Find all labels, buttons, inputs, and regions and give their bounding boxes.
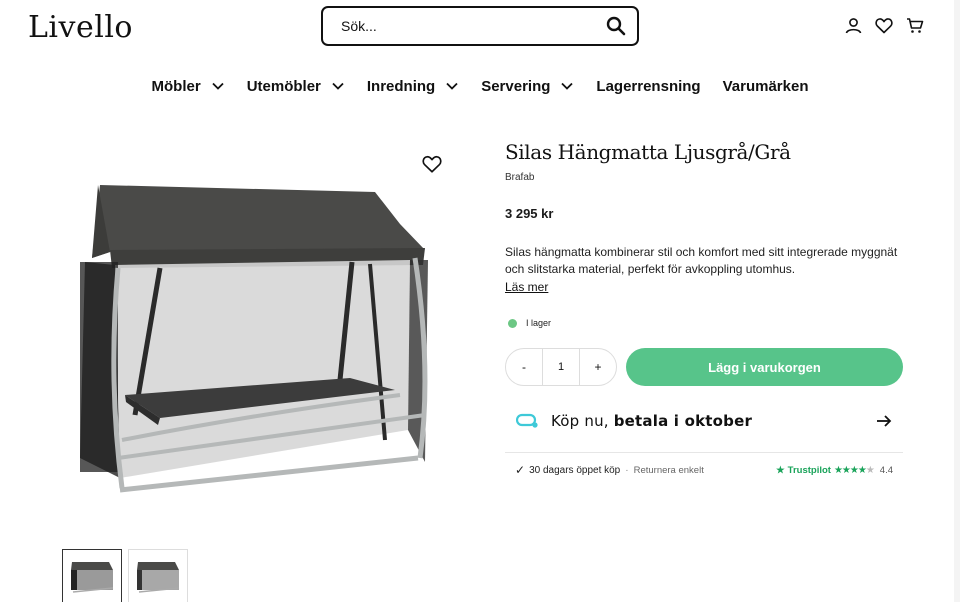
trustpilot-rating[interactable]: ★ Trustpilot ★★★★★ 4.4 bbox=[776, 465, 893, 476]
chevron-down-icon bbox=[211, 79, 225, 93]
klarna-text: Köp nu, betala i oktober bbox=[551, 412, 753, 430]
quantity-value[interactable]: 1 bbox=[542, 348, 580, 386]
main-navigation: Möbler Utemöbler Inredning Servering Lag… bbox=[0, 70, 960, 102]
product-title: Silas Hängmatta Ljusgrå/Grå bbox=[505, 140, 791, 164]
chevron-down-icon bbox=[445, 79, 459, 93]
thumbnail-1[interactable] bbox=[62, 549, 122, 602]
product-description: Silas hängmatta kombinerar stil och komf… bbox=[505, 245, 898, 276]
page-scrollbar[interactable] bbox=[954, 0, 960, 602]
separator-dot: · bbox=[625, 464, 629, 476]
klarna-logo-icon bbox=[515, 413, 540, 429]
divider bbox=[505, 452, 903, 453]
nav-item-servering[interactable]: Servering bbox=[470, 70, 585, 102]
trustpilot-star-icon: ★ bbox=[776, 464, 785, 476]
thumbnail-2[interactable] bbox=[128, 549, 188, 602]
stock-status: I lager bbox=[505, 318, 905, 328]
cart-icon[interactable] bbox=[906, 16, 924, 34]
site-header: Livello bbox=[0, 0, 960, 60]
check-icon: ✓ bbox=[515, 463, 526, 477]
site-logo[interactable]: Livello bbox=[28, 10, 133, 45]
rating-score: 4.4 bbox=[879, 464, 893, 476]
nav-item-lagerrensning[interactable]: Lagerrensning bbox=[585, 70, 711, 102]
quantity-decrease-button[interactable]: - bbox=[506, 360, 542, 374]
trustpilot-label: Trustpilot bbox=[787, 464, 831, 476]
search-box[interactable] bbox=[321, 6, 639, 46]
nav-item-utemobler[interactable]: Utemöbler bbox=[236, 70, 356, 102]
header-actions bbox=[844, 16, 924, 34]
stock-label: I lager bbox=[526, 318, 552, 328]
read-more-link[interactable]: Läs mer bbox=[505, 280, 548, 294]
nav-item-varumarken[interactable]: Varumärken bbox=[712, 70, 820, 102]
favorite-heart-icon[interactable] bbox=[422, 154, 442, 174]
product-info: Silas Hängmatta Ljusgrå/Grå Brafab 3 295… bbox=[505, 140, 905, 328]
returns-easy-label: Returnera enkelt bbox=[633, 464, 704, 476]
search-input[interactable] bbox=[341, 18, 605, 34]
product-main-image[interactable] bbox=[40, 140, 470, 540]
klarna-banner[interactable]: Köp nu, betala i oktober bbox=[505, 400, 903, 442]
in-stock-dot-icon bbox=[508, 318, 517, 328]
product-price: 3 295 kr bbox=[505, 206, 554, 221]
nav-item-mobler[interactable]: Möbler bbox=[141, 70, 236, 102]
rating-stars-icon: ★★★★★ bbox=[833, 464, 875, 476]
chevron-down-icon bbox=[560, 79, 574, 93]
thumbnail-strip bbox=[62, 549, 188, 602]
add-to-cart-button[interactable]: Lägg i varukorgen bbox=[626, 348, 903, 386]
account-icon[interactable] bbox=[844, 16, 862, 34]
wishlist-heart-icon[interactable] bbox=[875, 16, 893, 34]
search-icon[interactable] bbox=[605, 15, 627, 37]
trust-bar: ✓ 30 dagars öppet köp · Returnera enkelt… bbox=[515, 463, 893, 477]
chevron-down-icon bbox=[331, 79, 345, 93]
quantity-stepper: - 1 + bbox=[505, 348, 617, 386]
buy-row: - 1 + Lägg i varukorgen bbox=[505, 348, 903, 386]
returns-label: 30 dagars öppet köp bbox=[529, 464, 621, 476]
product-brand[interactable]: Brafab bbox=[505, 172, 905, 183]
arrow-right-icon[interactable] bbox=[875, 412, 893, 430]
quantity-increase-button[interactable]: + bbox=[580, 360, 616, 374]
nav-item-inredning[interactable]: Inredning bbox=[356, 70, 470, 102]
